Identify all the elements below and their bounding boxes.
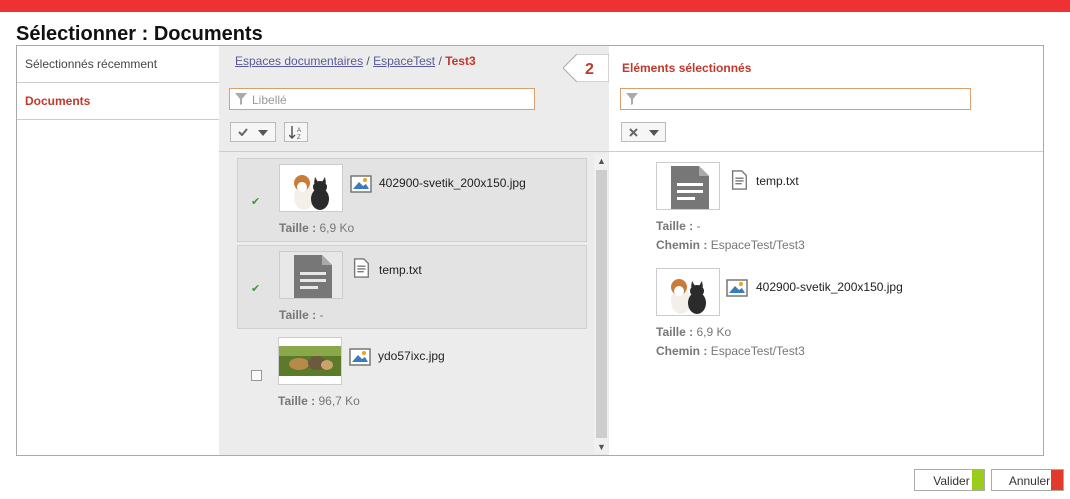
check-icon [238, 128, 248, 136]
file-name[interactable]: 402900-svetik_200x150.jpg [379, 176, 526, 190]
validate-accent [972, 470, 984, 490]
file-size: Taille : - [656, 219, 700, 233]
filter-icon [235, 93, 247, 105]
selected-item[interactable]: temp.txt Taille : - Chemin : EspaceTest/… [656, 162, 1016, 257]
thumbnail-document [656, 162, 720, 210]
file-name[interactable]: ydo57ixc.jpg [378, 349, 445, 363]
text-file-icon [353, 258, 369, 278]
selected-divider [608, 151, 1043, 152]
unchecked-checkbox[interactable] [251, 370, 262, 381]
breadcrumb-separator: / [438, 54, 442, 68]
close-icon [629, 128, 638, 137]
list-item[interactable]: ✔ temp.txt Taille : - [237, 245, 587, 329]
validate-label: Valider [933, 474, 970, 488]
svg-text:A: A [297, 128, 301, 134]
thumbnail-document [279, 251, 343, 299]
path-label: Chemin : [656, 238, 708, 252]
size-value: 96,7 Ko [318, 394, 360, 408]
selected-panel-title: Eléments sélectionnés [622, 61, 752, 75]
text-file-icon [731, 170, 747, 190]
file-path: Chemin : EspaceTest/Test3 [656, 238, 805, 252]
scroll-down-arrow[interactable]: ▼ [597, 442, 606, 452]
filter-icon [626, 93, 638, 105]
scrollbar-thumb[interactable] [596, 170, 607, 438]
size-label: Taille : [656, 325, 694, 339]
thumbnail-dog-cat [656, 268, 720, 316]
selection-count-badge: 2 [563, 54, 609, 82]
thumbnail-dog-cat [279, 164, 343, 212]
selected-filter [620, 88, 971, 110]
size-value: - [696, 219, 701, 233]
file-size: Taille : 6,9 Ko [279, 221, 354, 235]
path-label: Chemin : [656, 344, 708, 358]
breadcrumb-link-spaces[interactable]: Espaces documentaires [235, 54, 363, 68]
selection-count: 2 [585, 61, 594, 78]
selected-filter-input[interactable] [641, 91, 925, 109]
breadcrumb-link-espacetest[interactable]: EspaceTest [373, 54, 435, 68]
image-file-icon [726, 279, 748, 297]
sidebar-item-recent[interactable]: Sélectionnés récemment [17, 46, 219, 83]
chevron-down-icon [649, 130, 659, 136]
breadcrumb: Espaces documentaires / EspaceTest / Tes… [235, 54, 476, 68]
path-value: EspaceTest/Test3 [710, 344, 805, 358]
sidebar-item-label: Documents [25, 94, 91, 108]
check-all-dropdown[interactable] [230, 122, 276, 142]
file-name[interactable]: temp.txt [379, 263, 422, 277]
scroll-up-arrow[interactable]: ▲ [597, 156, 606, 166]
size-value: 6,9 Ko [696, 325, 732, 339]
size-label: Taille : [279, 308, 317, 322]
image-file-icon [350, 175, 372, 193]
sort-az-icon: A Z [289, 126, 301, 140]
path-value: EspaceTest/Test3 [710, 238, 805, 252]
breadcrumb-separator: / [366, 54, 370, 68]
checked-icon[interactable]: ✔ [251, 282, 260, 295]
sidebar: Sélectionnés récemment Documents [17, 46, 220, 455]
file-size: Taille : 6,9 Ko [656, 325, 731, 339]
selection-dialog: Sélectionnés récemment Documents Espaces… [16, 45, 1044, 456]
cancel-label: Annuler [1008, 474, 1051, 488]
svg-text:Z: Z [297, 135, 301, 140]
label-filter [229, 88, 535, 110]
vertical-scrollbar[interactable]: ▲ ▼ [594, 154, 608, 454]
list-item[interactable]: ✔ 402900-svetik_200x150.jpg Taille : 6,9… [237, 158, 587, 242]
thumbnail-animals-grass [278, 337, 342, 385]
dialog-title: Sélectionner : Documents [16, 23, 263, 45]
sort-button[interactable]: A Z [284, 122, 308, 142]
file-size: Taille : - [279, 308, 323, 322]
cancel-accent [1051, 470, 1063, 490]
file-size: Taille : 96,7 Ko [278, 394, 360, 408]
breadcrumb-current: Test3 [445, 54, 476, 68]
remove-dropdown[interactable] [621, 122, 666, 142]
image-file-icon [349, 348, 371, 366]
browse-panel: Espaces documentaires / EspaceTest / Tes… [219, 46, 610, 455]
selected-item[interactable]: 402900-svetik_200x150.jpg Taille : 6,9 K… [656, 268, 1016, 363]
size-label: Taille : [278, 394, 316, 408]
file-name: 402900-svetik_200x150.jpg [756, 280, 903, 294]
sidebar-item-label: Sélectionnés récemment [25, 57, 158, 71]
list-item[interactable]: ydo57ixc.jpg Taille : 96,7 Ko [237, 332, 587, 416]
selected-panel: Eléments sélectionnés temp.txt Taille: … [608, 46, 1043, 455]
sidebar-item-documents[interactable]: Documents [17, 83, 219, 120]
size-value: 6,9 Ko [319, 221, 355, 235]
checked-icon[interactable]: ✔ [251, 195, 260, 208]
validate-button[interactable]: Valider [914, 469, 985, 491]
file-path: Chemin : EspaceTest/Test3 [656, 344, 805, 358]
cancel-button[interactable]: Annuler [991, 469, 1064, 491]
size-label: Taille : [656, 219, 694, 233]
size-value: - [319, 308, 324, 322]
list-divider [219, 151, 609, 152]
size-label: Taille : [279, 221, 317, 235]
chevron-down-icon [258, 130, 268, 136]
label-filter-input[interactable] [250, 91, 498, 109]
file-name: temp.txt [756, 174, 799, 188]
top-accent-bar [0, 0, 1070, 12]
